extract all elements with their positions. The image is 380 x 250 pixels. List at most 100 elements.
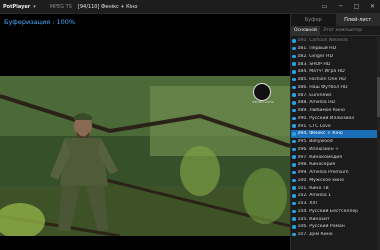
playlist-item[interactable]: 090. Русский Иллюзион — [291, 115, 380, 123]
playlist-item[interactable]: 105. Кинохит — [291, 215, 380, 223]
channel-icon — [292, 77, 296, 82]
channel-logo-icon — [253, 83, 271, 101]
format-label: MPEG TS — [49, 3, 72, 10]
playlist-item-label: 106. Русский Роман — [297, 224, 345, 230]
playlist-item-label: 090. Русский Иллюзион — [297, 115, 355, 121]
playlist-item-label: 096. Иллюзион + — [297, 146, 339, 152]
playlist-item[interactable]: 098. Киносерия — [291, 161, 380, 169]
channel-icon — [292, 163, 296, 167]
chevron-down-icon[interactable]: ▾ — [33, 4, 36, 10]
channel-icon — [292, 201, 296, 206]
playlist-item[interactable]: 088. Amedia HD — [291, 99, 380, 107]
channel-logo-text: ФЕНІКС+КІНО — [252, 100, 274, 104]
playlist-item[interactable]: 081. Первый HD — [291, 45, 380, 53]
channel-icon — [292, 209, 296, 214]
playlist-item[interactable]: 100. Мужское кино — [291, 177, 380, 185]
playlist-item[interactable]: 101. Кино ТВ — [291, 184, 380, 192]
playlist-item[interactable]: 089. Любимое Кино — [291, 107, 380, 115]
channel-icon — [292, 124, 296, 128]
playlist-item[interactable]: 084. Матч! Игра HD — [291, 68, 380, 76]
channel-icon — [292, 170, 296, 175]
playlist-item-label: 098. Киносерия — [297, 162, 336, 168]
channel-icon — [292, 217, 296, 221]
app-name-menu[interactable]: PotPlayer — [0, 4, 33, 10]
playlist-subtabs: Основной Этот компьютер — [291, 25, 380, 36]
channel-icon — [292, 186, 296, 190]
playlist-item[interactable]: 094. Фенікс + Кіно — [291, 130, 380, 138]
channel-icon — [292, 85, 296, 90]
panel-tabs: Буфер Плей-лист — [291, 14, 380, 26]
window-title: [94/110] Фенікс + Кіно — [77, 3, 138, 10]
channel-icon — [292, 70, 296, 74]
playlist-item-label: 099. Amedia Premium — [297, 170, 349, 176]
playlist-item-label: 085. Fashion One HD — [297, 77, 346, 83]
playlist-item[interactable]: 104. Русский Бестселлер — [291, 208, 380, 216]
channel-icon — [292, 225, 296, 229]
playlist-item-label: 080. Cartoon Network — [297, 38, 349, 44]
playlist-item[interactable]: 080. Cartoon Network — [291, 37, 380, 45]
video-frame — [0, 76, 290, 236]
channel-icon — [292, 132, 296, 136]
channel-icon — [292, 147, 296, 152]
playlist-item-label: 097. Кинокомедия — [297, 154, 343, 160]
playlist-item[interactable]: 103. XXI — [291, 200, 380, 208]
playlist-item[interactable]: 102. Amedia 1 — [291, 192, 380, 200]
channel-icon — [292, 93, 296, 97]
channel-icon — [292, 39, 296, 43]
subtab-main[interactable]: Основной — [291, 25, 320, 36]
playlist-item-label: 105. Кинохит — [297, 216, 330, 222]
playlist-item[interactable]: 087. Euronews — [291, 91, 380, 99]
buffering-status: Буферизация : 100% — [4, 18, 76, 26]
playlist-item-label: 089. Любимое Кино — [297, 108, 345, 114]
channel-icon — [292, 101, 296, 105]
channel-icon — [292, 155, 296, 159]
playlist-item-label: 103. XXI — [297, 201, 317, 207]
playlist-item[interactable]: 086. Наш Футбол HD — [291, 84, 380, 92]
window-controls: ▭ ─ □ ✕ — [320, 2, 377, 11]
channel-icon — [292, 178, 296, 183]
channel-icon — [292, 232, 296, 237]
playlist-panel: Буфер Плей-лист Основной Этот компьютер … — [290, 14, 380, 250]
minimize-icon[interactable]: ─ — [336, 2, 345, 11]
playlist-item[interactable]: 095. Bollywood — [291, 138, 380, 146]
video-area[interactable]: Буферизация : 100% ФЕНІКС+КІНО — [0, 14, 290, 250]
playlist-item-label: 086. Наш Футбол HD — [297, 84, 348, 90]
playlist-item-label: 094. Фенікс + Кіно — [297, 131, 343, 137]
channel-icon — [292, 62, 296, 66]
playlist-item-label: 107. Дом Кино — [297, 232, 333, 238]
playlist-item-label: 083. SHOP HD — [297, 61, 331, 67]
channel-list: 080. Cartoon Network 081. Первый HD 082. G… — [291, 37, 380, 239]
maximize-icon[interactable]: □ — [352, 2, 361, 11]
playlist-item-label: 095. Bollywood — [297, 139, 333, 145]
playlist-item[interactable]: 091. СТС Love — [291, 122, 380, 130]
channel-icon — [292, 108, 296, 113]
subtab-this-computer[interactable]: Этот компьютер — [320, 26, 365, 36]
playlist-item-label: 081. Первый HD — [297, 46, 337, 52]
channel-icon — [292, 46, 296, 51]
playlist-item-label: 082. Ginger HD — [297, 53, 334, 59]
playlist-item[interactable]: 083. SHOP HD — [291, 60, 380, 68]
playlist-item-label: 102. Amedia 1 — [297, 193, 332, 199]
playlist-item-label: 100. Мужское кино — [297, 177, 344, 183]
channel-icon — [292, 139, 296, 144]
playlist-item-label: 084. Матч! Игра HD — [297, 69, 345, 75]
playlist-item[interactable]: 096. Иллюзион + — [291, 146, 380, 154]
playlist-item[interactable]: 106. Русский Роман — [291, 223, 380, 231]
playlist-item-label: 088. Amedia HD — [297, 100, 336, 106]
playlist-item[interactable]: 085. Fashion One HD — [291, 76, 380, 84]
playlist-item[interactable]: 097. Кинокомедия — [291, 153, 380, 161]
tab-buffer[interactable]: Буфер — [291, 14, 336, 26]
channel-icon — [292, 54, 296, 59]
playlist-item[interactable]: 107. Дом Кино — [291, 231, 380, 239]
tab-playlist[interactable]: Плей-лист — [335, 14, 380, 26]
channel-icon — [292, 116, 296, 121]
title-bar: PotPlayer ▾ MPEG TS [94/110] Фенікс + Кі… — [0, 0, 380, 14]
close-icon[interactable]: ✕ — [368, 2, 377, 11]
playlist-item[interactable]: 099. Amedia Premium — [291, 169, 380, 177]
playlist-item-label: 101. Кино ТВ — [297, 185, 329, 191]
mini-mode-icon[interactable]: ▭ — [320, 2, 329, 11]
playlist-item-label: 091. СТС Love — [297, 123, 331, 129]
playlist-item-label: 104. Русский Бестселлер — [297, 208, 359, 214]
playlist-item[interactable]: 082. Ginger HD — [291, 53, 380, 61]
playlist-item-label: 087. Euronews — [297, 92, 332, 98]
